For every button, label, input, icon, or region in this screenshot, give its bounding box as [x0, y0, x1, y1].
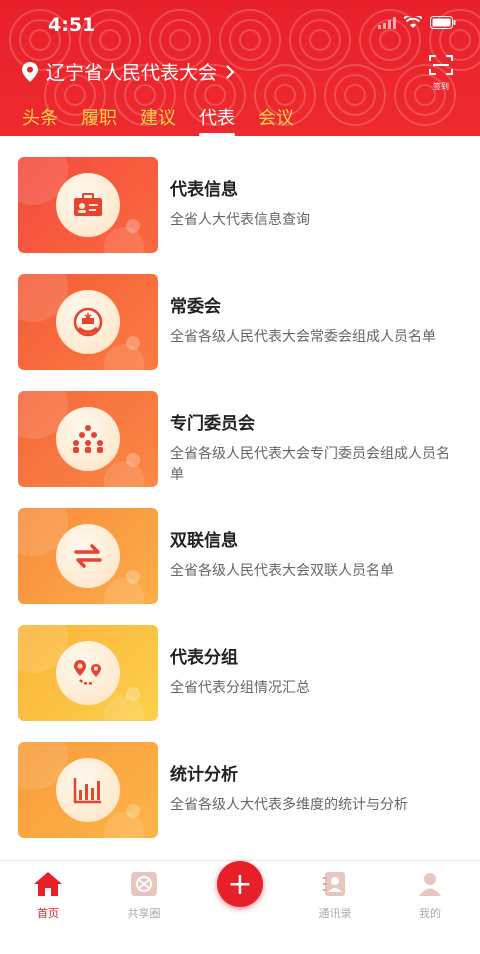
tab-home[interactable]: 首页 [18, 871, 78, 921]
checkin-scan-button[interactable]: 签到 [428, 54, 454, 91]
tab-share[interactable]: 共享圈 [114, 871, 174, 921]
list-item-rep-info[interactable]: 代表信息 全省人大代表信息查询 [18, 157, 458, 257]
card-thumbnail [18, 157, 158, 253]
signal-icon [378, 16, 396, 29]
share-circle-icon [131, 872, 157, 896]
item-desc: 全省各级人民代表大会专门委员会组成人员名单 [170, 446, 450, 483]
list-item-statistics[interactable]: 统计分析 全省各级人大代表多维度的统计与分析 [18, 742, 458, 842]
location-selector[interactable]: 辽宁省人民代表大会 [22, 58, 235, 85]
item-title: 代表分组 [170, 648, 238, 668]
card-thumbnail [18, 274, 158, 370]
group-icon [56, 407, 120, 471]
tab-headlines[interactable]: 头条 [22, 104, 58, 130]
item-title: 专门委员会 [170, 414, 255, 434]
route-icon [56, 641, 120, 705]
tab-contacts[interactable]: 通讯录 [305, 871, 365, 921]
emblem-icon [56, 290, 120, 354]
list-item-standing-committee[interactable]: 常委会 全省各级人民代表大会常委会组成人员名单 [18, 274, 458, 374]
bar-chart-icon [56, 758, 120, 822]
item-desc: 全省各级人大代表多维度的统计与分析 [170, 797, 408, 813]
status-icons [378, 16, 456, 29]
status-time: 4:51 [48, 14, 96, 36]
item-title: 常委会 [170, 297, 221, 317]
home-icon [34, 872, 62, 896]
item-desc: 全省各级人民代表大会双联人员名单 [170, 563, 394, 579]
list-item-rep-groups[interactable]: 代表分组 全省代表分组情况汇总 [18, 625, 458, 725]
card-thumbnail [18, 625, 158, 721]
battery-icon [430, 16, 456, 29]
list-item-special-committee[interactable]: 专门委员会 全省各级人民代表大会专门委员会组成人员名单 [18, 391, 458, 491]
card-thumbnail [18, 391, 158, 487]
exchange-icon [56, 524, 120, 588]
item-desc: 全省人大代表信息查询 [170, 212, 310, 228]
list-item-dual-link[interactable]: 双联信息 全省各级人民代表大会双联人员名单 [18, 508, 458, 608]
header: 4:51 辽宁省人民代表大会 签到 头条 履职 建议 代表 会议 [0, 0, 480, 136]
item-title: 代表信息 [170, 180, 238, 200]
item-title: 双联信息 [170, 531, 238, 551]
add-button[interactable]: + [217, 861, 263, 907]
tab-mine[interactable]: 我的 [400, 871, 460, 921]
tab-meetings[interactable]: 会议 [258, 104, 294, 130]
location-label: 辽宁省人民代表大会 [46, 62, 218, 84]
card-thumbnail [18, 742, 158, 838]
tab-home-label: 首页 [37, 907, 59, 920]
category-tabs: 头条 履职 建议 代表 会议 [22, 104, 294, 136]
tab-mine-label: 我的 [419, 907, 441, 920]
tab-suggestions[interactable]: 建议 [140, 104, 176, 130]
item-desc: 全省各级人民代表大会常委会组成人员名单 [170, 329, 436, 345]
tab-representatives[interactable]: 代表 [199, 104, 235, 136]
contacts-icon [323, 872, 345, 896]
chevron-right-icon [226, 64, 235, 79]
tab-contacts-label: 通讯录 [318, 907, 352, 920]
bottom-tab-bar: 首页 共享圈 + 通讯录 我的 [0, 860, 480, 954]
scan-icon [429, 55, 453, 75]
id-card-icon [56, 173, 120, 237]
location-pin-icon [22, 61, 38, 82]
tab-duties[interactable]: 履职 [81, 104, 117, 130]
item-desc: 全省代表分组情况汇总 [170, 680, 310, 696]
item-title: 统计分析 [170, 765, 238, 785]
tab-share-label: 共享圈 [127, 907, 161, 920]
wifi-icon [404, 16, 422, 28]
checkin-label: 签到 [433, 82, 449, 91]
card-thumbnail [18, 508, 158, 604]
user-icon [419, 873, 441, 896]
